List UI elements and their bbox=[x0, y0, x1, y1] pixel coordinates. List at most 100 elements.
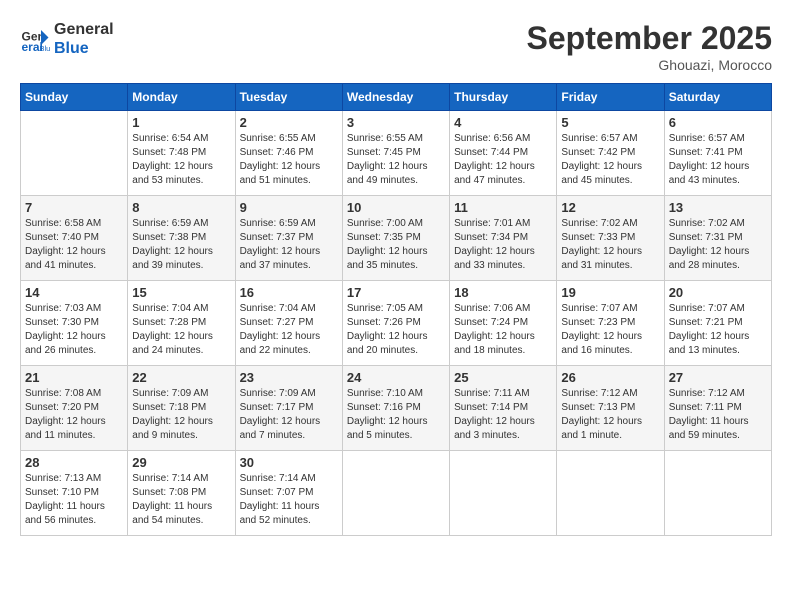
calendar-cell: 14 Sunrise: 7:03 AM Sunset: 7:30 PM Dayli… bbox=[21, 281, 128, 366]
day-number: 30 bbox=[240, 455, 338, 470]
calendar-cell: 17 Sunrise: 7:05 AM Sunset: 7:26 PM Dayli… bbox=[342, 281, 449, 366]
day-info: Sunrise: 7:00 AM Sunset: 7:35 PM Dayligh… bbox=[347, 217, 445, 273]
day-number: 8 bbox=[132, 200, 230, 215]
day-info: Sunrise: 6:55 AM Sunset: 7:46 PM Dayligh… bbox=[240, 132, 338, 188]
day-number: 21 bbox=[25, 370, 123, 385]
calendar-cell: 12 Sunrise: 7:02 AM Sunset: 7:33 PM Dayli… bbox=[557, 196, 664, 281]
calendar-cell: 20Sunrise: 7:07 AM Sunset: 7:21 PM Dayli… bbox=[664, 281, 771, 366]
calendar-cell: 29 Sunrise: 7:14 AM Sunset: 7:08 PM Dayli… bbox=[128, 451, 235, 536]
calendar-cell: 24Sunrise: 7:10 AM Sunset: 7:16 PM Dayli… bbox=[342, 366, 449, 451]
calendar-cell bbox=[557, 451, 664, 536]
day-info: Sunrise: 7:09 AM Sunset: 7:17 PM Dayligh… bbox=[240, 387, 338, 443]
day-info: Sunrise: 7:14 AM Sunset: 7:08 PM Dayligh… bbox=[132, 472, 230, 528]
day-info: Sunrise: 7:14 AM Sunset: 7:07 PM Dayligh… bbox=[240, 472, 338, 528]
day-number: 17 bbox=[347, 285, 445, 300]
day-number: 5 bbox=[561, 115, 659, 130]
calendar-cell: 6Sunrise: 6:57 AM Sunset: 7:41 PM Daylig… bbox=[664, 111, 771, 196]
location-subtitle: Ghouazi, Morocco bbox=[527, 57, 772, 73]
calendar-cell: 15 Sunrise: 7:04 AM Sunset: 7:28 PM Dayli… bbox=[128, 281, 235, 366]
calendar-cell: 2 Sunrise: 6:55 AM Sunset: 7:46 PM Daylig… bbox=[235, 111, 342, 196]
day-info: Sunrise: 7:02 AM Sunset: 7:31 PM Dayligh… bbox=[669, 217, 767, 273]
day-info: Sunrise: 7:03 AM Sunset: 7:30 PM Dayligh… bbox=[25, 302, 123, 358]
calendar-cell: 22 Sunrise: 7:09 AM Sunset: 7:18 PM Dayli… bbox=[128, 366, 235, 451]
day-info: Sunrise: 7:08 AM Sunset: 7:20 PM Dayligh… bbox=[25, 387, 123, 443]
day-info: Sunrise: 7:12 AM Sunset: 7:11 PM Dayligh… bbox=[669, 387, 767, 443]
day-info: Sunrise: 6:54 AM Sunset: 7:48 PM Dayligh… bbox=[132, 132, 230, 188]
day-info: Sunrise: 7:02 AM Sunset: 7:33 PM Dayligh… bbox=[561, 217, 659, 273]
logo-blue: Blue bbox=[54, 39, 114, 58]
calendar-cell: 5 Sunrise: 6:57 AM Sunset: 7:42 PM Daylig… bbox=[557, 111, 664, 196]
day-info: Sunrise: 7:04 AM Sunset: 7:28 PM Dayligh… bbox=[132, 302, 230, 358]
day-number: 23 bbox=[240, 370, 338, 385]
calendar-cell: 26 Sunrise: 7:12 AM Sunset: 7:13 PM Dayli… bbox=[557, 366, 664, 451]
day-number: 13 bbox=[669, 200, 767, 215]
calendar-cell bbox=[342, 451, 449, 536]
day-number: 25 bbox=[454, 370, 552, 385]
calendar-cell: 8 Sunrise: 6:59 AM Sunset: 7:38 PM Daylig… bbox=[128, 196, 235, 281]
day-info: Sunrise: 7:01 AM Sunset: 7:34 PM Dayligh… bbox=[454, 217, 552, 273]
calendar-cell: 16 Sunrise: 7:04 AM Sunset: 7:27 PM Dayli… bbox=[235, 281, 342, 366]
day-number: 7 bbox=[25, 200, 123, 215]
day-number: 12 bbox=[561, 200, 659, 215]
day-number: 15 bbox=[132, 285, 230, 300]
week-row-1: 1 Sunrise: 6:54 AM Sunset: 7:48 PM Daylig… bbox=[21, 111, 772, 196]
weekday-header-tuesday: Tuesday bbox=[235, 84, 342, 111]
day-info: Sunrise: 7:05 AM Sunset: 7:26 PM Dayligh… bbox=[347, 302, 445, 358]
calendar-cell: 18 Sunrise: 7:06 AM Sunset: 7:24 PM Dayli… bbox=[450, 281, 557, 366]
day-info: Sunrise: 7:06 AM Sunset: 7:24 PM Dayligh… bbox=[454, 302, 552, 358]
calendar-cell bbox=[664, 451, 771, 536]
day-info: Sunrise: 7:04 AM Sunset: 7:27 PM Dayligh… bbox=[240, 302, 338, 358]
weekday-header-saturday: Saturday bbox=[664, 84, 771, 111]
calendar-cell: 25Sunrise: 7:11 AM Sunset: 7:14 PM Dayli… bbox=[450, 366, 557, 451]
header-row: SundayMondayTuesdayWednesdayThursdayFrid… bbox=[21, 84, 772, 111]
calendar-cell: 21 Sunrise: 7:08 AM Sunset: 7:20 PM Dayli… bbox=[21, 366, 128, 451]
day-number: 3 bbox=[347, 115, 445, 130]
day-info: Sunrise: 6:56 AM Sunset: 7:44 PM Dayligh… bbox=[454, 132, 552, 188]
day-info: Sunrise: 7:09 AM Sunset: 7:18 PM Dayligh… bbox=[132, 387, 230, 443]
weekday-header-thursday: Thursday bbox=[450, 84, 557, 111]
day-number: 1 bbox=[132, 115, 230, 130]
calendar-cell: 11Sunrise: 7:01 AM Sunset: 7:34 PM Dayli… bbox=[450, 196, 557, 281]
day-info: Sunrise: 6:57 AM Sunset: 7:42 PM Dayligh… bbox=[561, 132, 659, 188]
page-header: Gen eral Blue General Blue September 202… bbox=[20, 20, 772, 73]
weekday-header-monday: Monday bbox=[128, 84, 235, 111]
calendar-cell: 19 Sunrise: 7:07 AM Sunset: 7:23 PM Dayli… bbox=[557, 281, 664, 366]
day-number: 4 bbox=[454, 115, 552, 130]
calendar-cell: 9Sunrise: 6:59 AM Sunset: 7:37 PM Daylig… bbox=[235, 196, 342, 281]
day-info: Sunrise: 7:13 AM Sunset: 7:10 PM Dayligh… bbox=[25, 472, 123, 528]
day-number: 2 bbox=[240, 115, 338, 130]
week-row-3: 14 Sunrise: 7:03 AM Sunset: 7:30 PM Dayli… bbox=[21, 281, 772, 366]
title-block: September 2025 Ghouazi, Morocco bbox=[527, 20, 772, 73]
calendar-cell: 28Sunrise: 7:13 AM Sunset: 7:10 PM Dayli… bbox=[21, 451, 128, 536]
day-info: Sunrise: 7:07 AM Sunset: 7:21 PM Dayligh… bbox=[669, 302, 767, 358]
svg-text:Blue: Blue bbox=[40, 44, 51, 53]
calendar-cell: 30 Sunrise: 7:14 AM Sunset: 7:07 PM Dayli… bbox=[235, 451, 342, 536]
day-number: 6 bbox=[669, 115, 767, 130]
day-number: 22 bbox=[132, 370, 230, 385]
weekday-header-friday: Friday bbox=[557, 84, 664, 111]
day-number: 27 bbox=[669, 370, 767, 385]
weekday-header-sunday: Sunday bbox=[21, 84, 128, 111]
day-number: 26 bbox=[561, 370, 659, 385]
month-title: September 2025 bbox=[527, 20, 772, 57]
day-number: 19 bbox=[561, 285, 659, 300]
day-number: 14 bbox=[25, 285, 123, 300]
logo-general: General bbox=[54, 20, 114, 39]
day-number: 10 bbox=[347, 200, 445, 215]
day-number: 24 bbox=[347, 370, 445, 385]
day-number: 29 bbox=[132, 455, 230, 470]
day-info: Sunrise: 7:12 AM Sunset: 7:13 PM Dayligh… bbox=[561, 387, 659, 443]
weekday-header-wednesday: Wednesday bbox=[342, 84, 449, 111]
day-info: Sunrise: 7:07 AM Sunset: 7:23 PM Dayligh… bbox=[561, 302, 659, 358]
day-info: Sunrise: 6:58 AM Sunset: 7:40 PM Dayligh… bbox=[25, 217, 123, 273]
calendar-cell: 10 Sunrise: 7:00 AM Sunset: 7:35 PM Dayli… bbox=[342, 196, 449, 281]
calendar-cell: 13 Sunrise: 7:02 AM Sunset: 7:31 PM Dayli… bbox=[664, 196, 771, 281]
day-number: 16 bbox=[240, 285, 338, 300]
logo: Gen eral Blue General Blue bbox=[20, 20, 114, 58]
logo-icon: Gen eral Blue bbox=[20, 24, 50, 54]
day-number: 18 bbox=[454, 285, 552, 300]
day-info: Sunrise: 6:59 AM Sunset: 7:38 PM Dayligh… bbox=[132, 217, 230, 273]
calendar-cell: 27 Sunrise: 7:12 AM Sunset: 7:11 PM Dayli… bbox=[664, 366, 771, 451]
calendar-cell: 23 Sunrise: 7:09 AM Sunset: 7:17 PM Dayli… bbox=[235, 366, 342, 451]
week-row-4: 21 Sunrise: 7:08 AM Sunset: 7:20 PM Dayli… bbox=[21, 366, 772, 451]
